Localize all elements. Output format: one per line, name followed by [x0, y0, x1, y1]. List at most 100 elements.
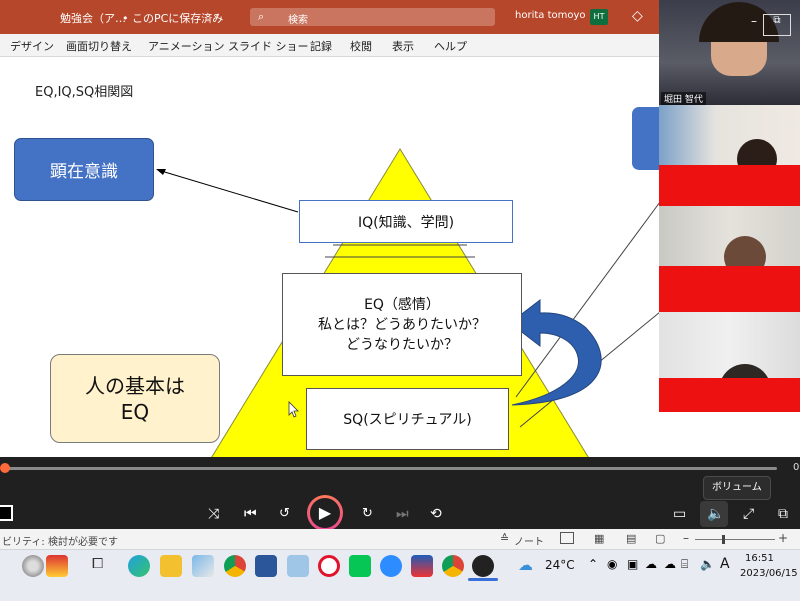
- reading-view-icon[interactable]: ▤: [626, 532, 636, 545]
- basic-line1: 人の基本は: [85, 373, 185, 398]
- diamond-icon[interactable]: ◇: [632, 8, 643, 24]
- search-placeholder: 検索: [288, 15, 308, 26]
- clock-time[interactable]: 16:51: [745, 553, 774, 564]
- video-tile-2[interactable]: [659, 105, 800, 165]
- redaction-bar-3: [659, 378, 800, 412]
- video-tile-speaker[interactable]: ⧉ – 堀田 智代: [659, 0, 800, 105]
- user-name[interactable]: horita tomoyo: [515, 10, 586, 21]
- pointer-line: [157, 169, 299, 213]
- minimize-icon[interactable]: –: [751, 14, 757, 28]
- tab-help[interactable]: ヘルプ: [434, 38, 467, 54]
- volume-button[interactable]: 🔈: [700, 501, 728, 527]
- onedrive-icon[interactable]: ☁: [664, 557, 676, 571]
- conscious-box: 顕在意識: [14, 138, 154, 201]
- chevron-down-icon[interactable]: ⌄: [212, 10, 220, 20]
- record-icon[interactable]: ◉: [607, 557, 617, 571]
- zoom-handle[interactable]: [722, 535, 725, 544]
- repeat-icon[interactable]: ⟲: [430, 507, 442, 521]
- eq-label-line3: どうなりたいか？: [346, 336, 458, 353]
- next-icon[interactable]: ⏭: [396, 507, 409, 521]
- store-icon[interactable]: [411, 555, 433, 577]
- golf-ball-icon[interactable]: [22, 555, 44, 577]
- status-bar: ビリティ: 検討が必要です ≙ ノート ▦ ▤ ▢ – +: [0, 529, 800, 549]
- speaker-icon: 🔈: [707, 506, 725, 522]
- tab-review[interactable]: 校閲: [350, 38, 372, 54]
- search-icon: ⌕: [258, 10, 265, 23]
- tab-view[interactable]: 表示: [392, 38, 414, 54]
- cloud-icon[interactable]: ☁: [645, 557, 657, 571]
- redaction-bar-1: [659, 165, 800, 206]
- notes-icon: ≙: [500, 532, 510, 545]
- rewind-10-icon[interactable]: ↺: [279, 507, 290, 521]
- redaction-bar-2: [659, 266, 800, 312]
- weather-temperature[interactable]: 24°C: [545, 558, 575, 572]
- eq-label-line2: 私とは？どうありたいか？: [318, 316, 486, 333]
- paint-icon[interactable]: [192, 555, 214, 577]
- fullscreen-icon[interactable]: ⤢: [743, 507, 754, 521]
- opera-icon[interactable]: [318, 555, 340, 577]
- tab-slideshow[interactable]: スライド ショー: [228, 38, 309, 54]
- notes-button[interactable]: ノート: [514, 533, 544, 548]
- miniplayer-icon[interactable]: ⧉: [778, 507, 788, 521]
- zoom-slider[interactable]: [695, 539, 775, 540]
- participant-3-head: [724, 236, 766, 266]
- eq-box: EQ（感情） 私とは？どうありたいか？ どうなりたいか？: [282, 273, 522, 376]
- edge-icon[interactable]: [128, 555, 150, 577]
- line-icon[interactable]: [349, 555, 371, 577]
- word-icon[interactable]: [255, 555, 277, 577]
- play-button[interactable]: ▶: [307, 495, 343, 531]
- slide-title: EQ,IQ,SQ相関図: [35, 85, 134, 100]
- active-app-indicator: [468, 578, 498, 581]
- document-title: 勉強会（ア…: [60, 12, 126, 25]
- ime-indicator[interactable]: A: [720, 556, 730, 572]
- search-box[interactable]: ⌕ 検索: [250, 8, 495, 26]
- conscious-label: 顕在意識: [50, 162, 118, 182]
- accessibility-status[interactable]: ビリティ: 検討が必要です: [2, 533, 118, 548]
- tab-animations[interactable]: アニメーション: [148, 38, 225, 54]
- eq-label-line1: EQ（感情）: [364, 296, 440, 313]
- file-explorer-icon[interactable]: [160, 555, 182, 577]
- volume-tray-icon[interactable]: 🔈: [700, 557, 715, 571]
- participant-name: 堀田 智代: [661, 92, 706, 105]
- seek-handle[interactable]: [0, 463, 10, 473]
- video-tile-4[interactable]: [659, 312, 800, 378]
- stop-icon[interactable]: [0, 505, 13, 521]
- seek-bar[interactable]: [5, 467, 777, 470]
- zoom-in-icon[interactable]: +: [778, 531, 788, 545]
- meet-now-icon[interactable]: ▣: [627, 557, 638, 571]
- medal-icon[interactable]: [46, 555, 68, 577]
- zoom-out-icon[interactable]: –: [683, 531, 689, 545]
- chrome-icon-2[interactable]: [442, 555, 464, 577]
- weather-icon[interactable]: ☁: [518, 556, 533, 574]
- taskbar: [0, 549, 800, 601]
- tab-transitions[interactable]: 画面切り替え: [66, 38, 132, 54]
- network-icon[interactable]: ⌸: [681, 557, 688, 572]
- volume-tooltip: ボリューム: [703, 476, 771, 500]
- iq-label: IQ(知識、学問): [357, 214, 455, 231]
- sorter-view-icon[interactable]: ▦: [594, 532, 604, 545]
- tab-record[interactable]: 記録: [310, 38, 332, 54]
- previous-icon[interactable]: ⏮: [244, 507, 257, 521]
- video-tile-3[interactable]: [659, 206, 800, 266]
- clock-date[interactable]: 2023/06/15: [740, 568, 798, 579]
- subtitles-icon[interactable]: ▭: [673, 507, 686, 521]
- forward-30-icon[interactable]: ↻: [362, 507, 373, 521]
- play-icon: ▶: [310, 498, 340, 528]
- avatar[interactable]: HT: [590, 9, 608, 25]
- chrome-icon[interactable]: [224, 555, 246, 577]
- save-state: • このPCに保存済み: [122, 12, 224, 25]
- time-right: 0: [793, 462, 800, 473]
- shuffle-icon[interactable]: ⤨: [208, 507, 219, 521]
- restore-window-icon[interactable]: ⧉: [763, 14, 791, 36]
- sq-label: SQ(スピリチュアル): [343, 412, 472, 428]
- normal-view-icon[interactable]: [560, 532, 574, 544]
- basic-line2: EQ: [120, 399, 150, 424]
- tab-design[interactable]: デザイン: [10, 38, 54, 54]
- zoom-icon[interactable]: [380, 555, 402, 577]
- participant-2-head: [737, 139, 777, 165]
- chevron-up-icon[interactable]: ⌃: [588, 557, 598, 571]
- media-player-icon[interactable]: [472, 555, 494, 577]
- task-view-icon[interactable]: ⧠: [92, 556, 103, 572]
- slideshow-view-icon[interactable]: ▢: [655, 532, 665, 545]
- laptop-icon[interactable]: [287, 555, 309, 577]
